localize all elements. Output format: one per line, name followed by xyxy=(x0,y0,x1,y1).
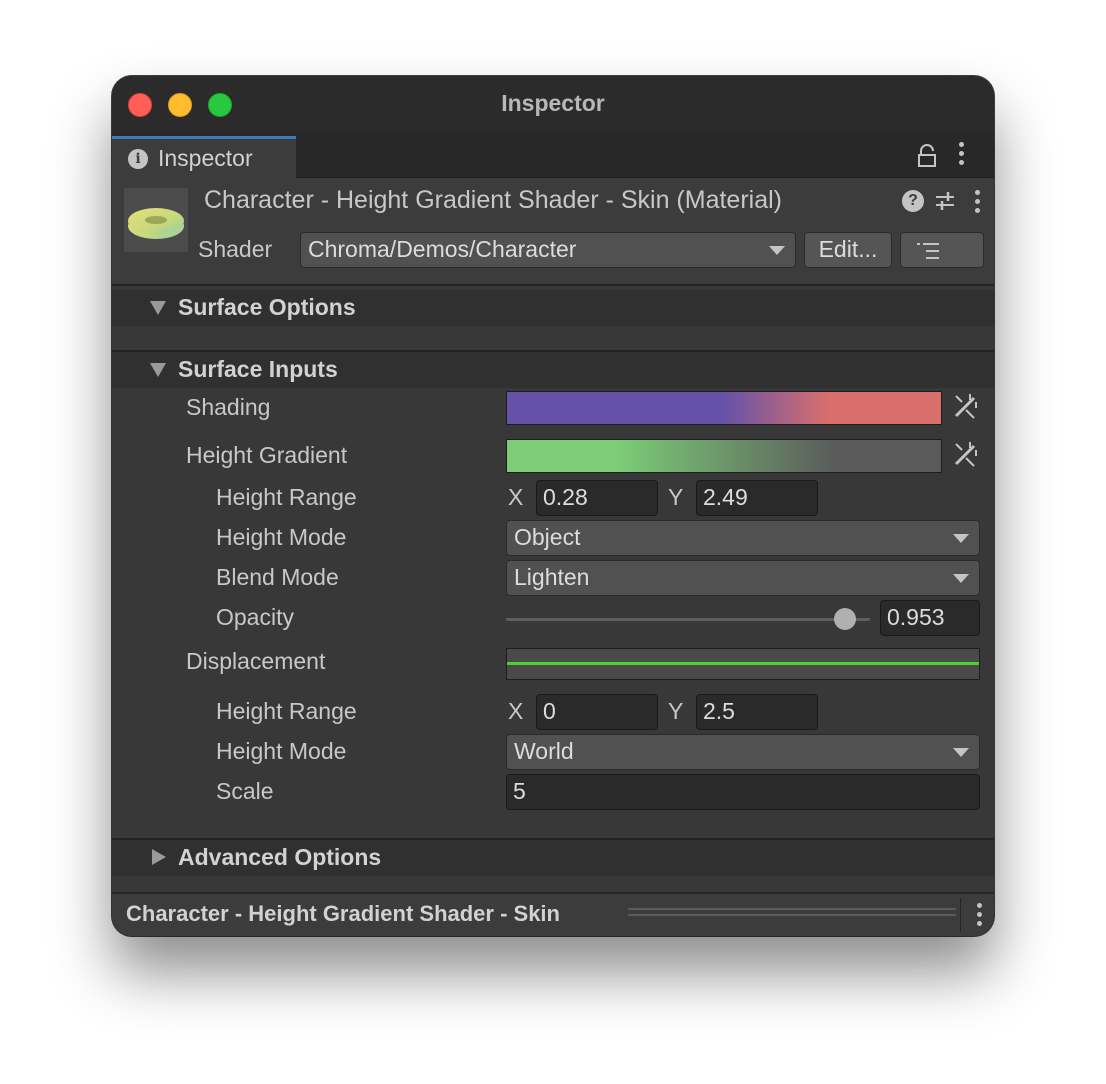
scale-field[interactable]: 5 xyxy=(506,774,980,810)
foldout-arrow-icon xyxy=(152,849,166,865)
shading-gradient-field[interactable] xyxy=(506,391,942,425)
height-range-label: Height Range xyxy=(216,484,357,510)
shader-value: Chroma/Demos/Character xyxy=(308,236,577,262)
advanced-options-title: Advanced Options xyxy=(178,844,382,870)
material-title: Character - Height Gradient Shader - Ski… xyxy=(204,186,783,214)
chevron-down-icon xyxy=(769,246,785,255)
displacement-height-mode-value: World xyxy=(514,738,574,764)
section-spacer xyxy=(112,326,994,350)
height-mode-dropdown[interactable]: Object xyxy=(506,520,980,556)
edit-shader-button[interactable]: Edit... xyxy=(804,232,892,268)
height-range-y-value: 2.49 xyxy=(703,484,748,510)
height-mode-label: Height Mode xyxy=(216,524,347,550)
lock-icon[interactable] xyxy=(916,144,938,168)
asset-status-bar: Character - Height Gradient Shader - Ski… xyxy=(112,892,994,936)
displacement-curve-field[interactable] xyxy=(506,648,980,680)
y-axis-label: Y xyxy=(668,698,684,724)
tab-strip: i Inspector xyxy=(112,132,994,178)
displacement-label: Displacement xyxy=(186,648,326,674)
scale-label: Scale xyxy=(216,778,274,804)
displacement-height-range-x-value: 0 xyxy=(543,698,556,724)
height-range-y-field[interactable]: 2.49 xyxy=(696,480,818,516)
material-menu-icon[interactable] xyxy=(974,190,980,214)
help-icon[interactable]: ? xyxy=(902,190,924,212)
opacity-value: 0.953 xyxy=(887,604,945,630)
resize-grip[interactable] xyxy=(628,908,956,918)
shading-label: Shading xyxy=(186,394,271,420)
section-divider xyxy=(112,284,994,286)
x-axis-label: X xyxy=(508,484,524,510)
foldout-arrow-icon xyxy=(150,301,166,315)
y-axis-label: Y xyxy=(668,484,684,510)
advanced-options-foldout[interactable]: Advanced Options xyxy=(112,840,994,876)
tab-menu-icon[interactable] xyxy=(958,142,964,166)
chevron-down-icon xyxy=(953,748,969,757)
surface-inputs-foldout[interactable]: Surface Inputs xyxy=(112,352,994,388)
status-divider xyxy=(960,898,961,932)
gradient-edit-wand-icon[interactable] xyxy=(952,440,980,468)
tab-inspector[interactable]: i Inspector xyxy=(112,136,296,178)
displacement-height-range-label: Height Range xyxy=(216,698,357,724)
x-axis-label: X xyxy=(508,698,524,724)
opacity-slider-track[interactable] xyxy=(506,618,870,621)
opacity-field[interactable]: 0.953 xyxy=(880,600,980,636)
chevron-down-icon xyxy=(953,534,969,543)
title-bar[interactable]: Inspector xyxy=(112,76,994,132)
surface-options-foldout[interactable]: Surface Options xyxy=(112,290,994,326)
displacement-curve-line xyxy=(507,662,979,665)
gradient-edit-wand-icon[interactable] xyxy=(952,392,980,420)
surface-inputs-title: Surface Inputs xyxy=(178,356,338,382)
height-range-x-value: 0.28 xyxy=(543,484,588,510)
info-icon: i xyxy=(128,149,148,169)
surface-options-title: Surface Options xyxy=(178,294,356,320)
opacity-slider-handle[interactable] xyxy=(833,608,856,630)
displacement-height-mode-dropdown[interactable]: World xyxy=(506,734,980,770)
height-gradient-field[interactable] xyxy=(506,439,942,473)
opacity-label: Opacity xyxy=(216,604,294,630)
status-menu-icon[interactable] xyxy=(976,903,982,927)
shader-dropdown[interactable]: Chroma/Demos/Character xyxy=(300,232,796,268)
blend-mode-label: Blend Mode xyxy=(216,564,339,590)
displacement-height-range-x-field[interactable]: 0 xyxy=(536,694,658,730)
displacement-height-mode-label: Height Mode xyxy=(216,738,347,764)
displacement-height-range-y-value: 2.5 xyxy=(703,698,735,724)
material-header: Character - Height Gradient Shader - Ski… xyxy=(112,178,994,284)
chevron-down-icon xyxy=(953,574,969,583)
blend-mode-dropdown[interactable]: Lighten xyxy=(506,560,980,596)
window-title: Inspector xyxy=(501,90,605,116)
inspector-window: Inspector i Inspector Character - Height… xyxy=(112,76,994,936)
asset-name: Character - Height Gradient Shader - Ski… xyxy=(126,901,560,926)
height-range-x-field[interactable]: 0.28 xyxy=(536,480,658,516)
shader-label: Shader xyxy=(198,236,273,262)
height-mode-value: Object xyxy=(514,524,581,550)
displacement-height-range-y-field[interactable]: 2.5 xyxy=(696,694,818,730)
scale-value: 5 xyxy=(513,778,526,804)
shader-options-button[interactable] xyxy=(900,232,984,268)
list-icon xyxy=(917,243,939,259)
presets-sliders-icon[interactable] xyxy=(934,190,956,212)
material-preview-thumbnail xyxy=(124,188,188,252)
blend-mode-value: Lighten xyxy=(514,564,590,590)
foldout-arrow-icon xyxy=(150,363,166,377)
height-gradient-label: Height Gradient xyxy=(186,442,348,468)
tab-label: Inspector xyxy=(158,145,253,171)
